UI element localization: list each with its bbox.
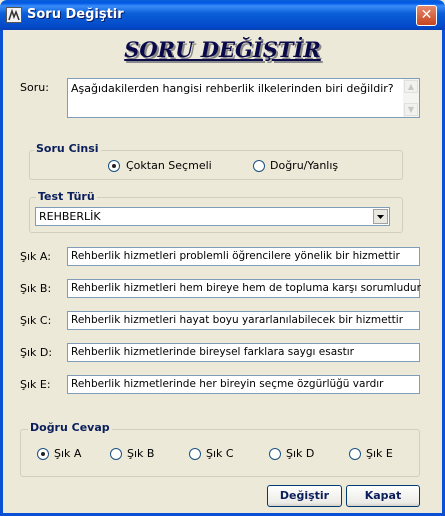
radio-answer-c[interactable] (189, 448, 201, 460)
correct-answer-title: Doğru Cevap (28, 421, 112, 434)
test-type-select[interactable]: REHBERLİK (35, 207, 390, 226)
choice-d-text: Rehberlik hizmetlerinde bireysel farklar… (71, 346, 354, 358)
app-icon (6, 7, 22, 23)
choice-c-input[interactable]: Rehberlik hizmetleri hayat boyu yararlan… (67, 311, 420, 330)
question-scrollbar[interactable]: ▲ ▼ (403, 79, 419, 117)
radio-answer-b[interactable] (110, 448, 122, 460)
scroll-down-icon[interactable]: ▼ (404, 103, 418, 116)
choice-e-text: Rehberlik hizmetlerinde her bireyin seçm… (71, 378, 384, 390)
choice-b-text: Rehberlik hizmetleri hem bireye hem de t… (71, 282, 421, 294)
choice-e-label: Şık E: (20, 378, 51, 391)
window-border-left (0, 30, 3, 516)
choice-c-label: Şık C: (20, 314, 52, 327)
radio-multiple-choice[interactable] (108, 160, 120, 172)
radio-answer-e[interactable] (349, 448, 361, 460)
dropdown-button[interactable] (373, 209, 388, 224)
title-bar: Soru Değiştir ✕ (0, 0, 445, 30)
question-textarea[interactable]: Aşağıdakilerden hangisi rehberlik ilkele… (67, 78, 420, 118)
page-heading: SORU DEĞİŞTİR (124, 37, 321, 62)
choice-d-input[interactable]: Rehberlik hizmetlerinde bireysel farklar… (67, 343, 420, 362)
choice-b-label: Şık B: (20, 282, 52, 295)
radio-multiple-choice-label[interactable]: Çoktan Seçmeli (126, 159, 212, 172)
choice-b-input[interactable]: Rehberlik hizmetleri hem bireye hem de t… (67, 279, 421, 298)
question-text: Aşağıdakilerden hangisi rehberlik ilkele… (71, 82, 394, 95)
choice-a-label: Şık A: (20, 250, 51, 263)
radio-answer-d-label[interactable]: Şık D (286, 447, 314, 460)
close-icon: ✕ (420, 7, 433, 23)
radio-answer-a[interactable] (37, 448, 49, 460)
test-type-value: REHBERLİK (39, 210, 101, 223)
radio-answer-a-label[interactable]: Şık A (54, 447, 81, 460)
choice-a-text: Rehberlik hizmetleri problemli öğrencile… (71, 250, 400, 262)
radio-true-false-label[interactable]: Doğru/Yanlış (270, 159, 338, 172)
radio-answer-b-label[interactable]: Şık B (127, 447, 154, 460)
scroll-up-icon[interactable]: ▲ (404, 80, 418, 93)
chevron-down-icon (377, 215, 384, 219)
choice-a-input[interactable]: Rehberlik hizmetleri problemli öğrencile… (67, 247, 420, 266)
window-title: Soru Değiştir (27, 7, 124, 22)
choice-e-input[interactable]: Rehberlik hizmetlerinde her bireyin seçm… (67, 375, 420, 394)
change-button[interactable]: Değiştir (267, 485, 342, 507)
radio-answer-d[interactable] (269, 448, 281, 460)
radio-answer-e-label[interactable]: Şık E (366, 447, 393, 460)
radio-answer-c-label[interactable]: Şık C (206, 447, 234, 460)
choice-d-label: Şık D: (20, 346, 53, 359)
test-type-title: Test Türü (36, 190, 97, 203)
question-label: Soru: (20, 81, 49, 94)
close-button[interactable]: Kapat (346, 485, 420, 507)
question-type-title: Soru Cinsi (34, 142, 101, 155)
choice-c-text: Rehberlik hizmetleri hayat boyu yararlan… (71, 314, 404, 326)
radio-true-false[interactable] (253, 160, 265, 172)
close-window-button[interactable]: ✕ (416, 5, 437, 26)
